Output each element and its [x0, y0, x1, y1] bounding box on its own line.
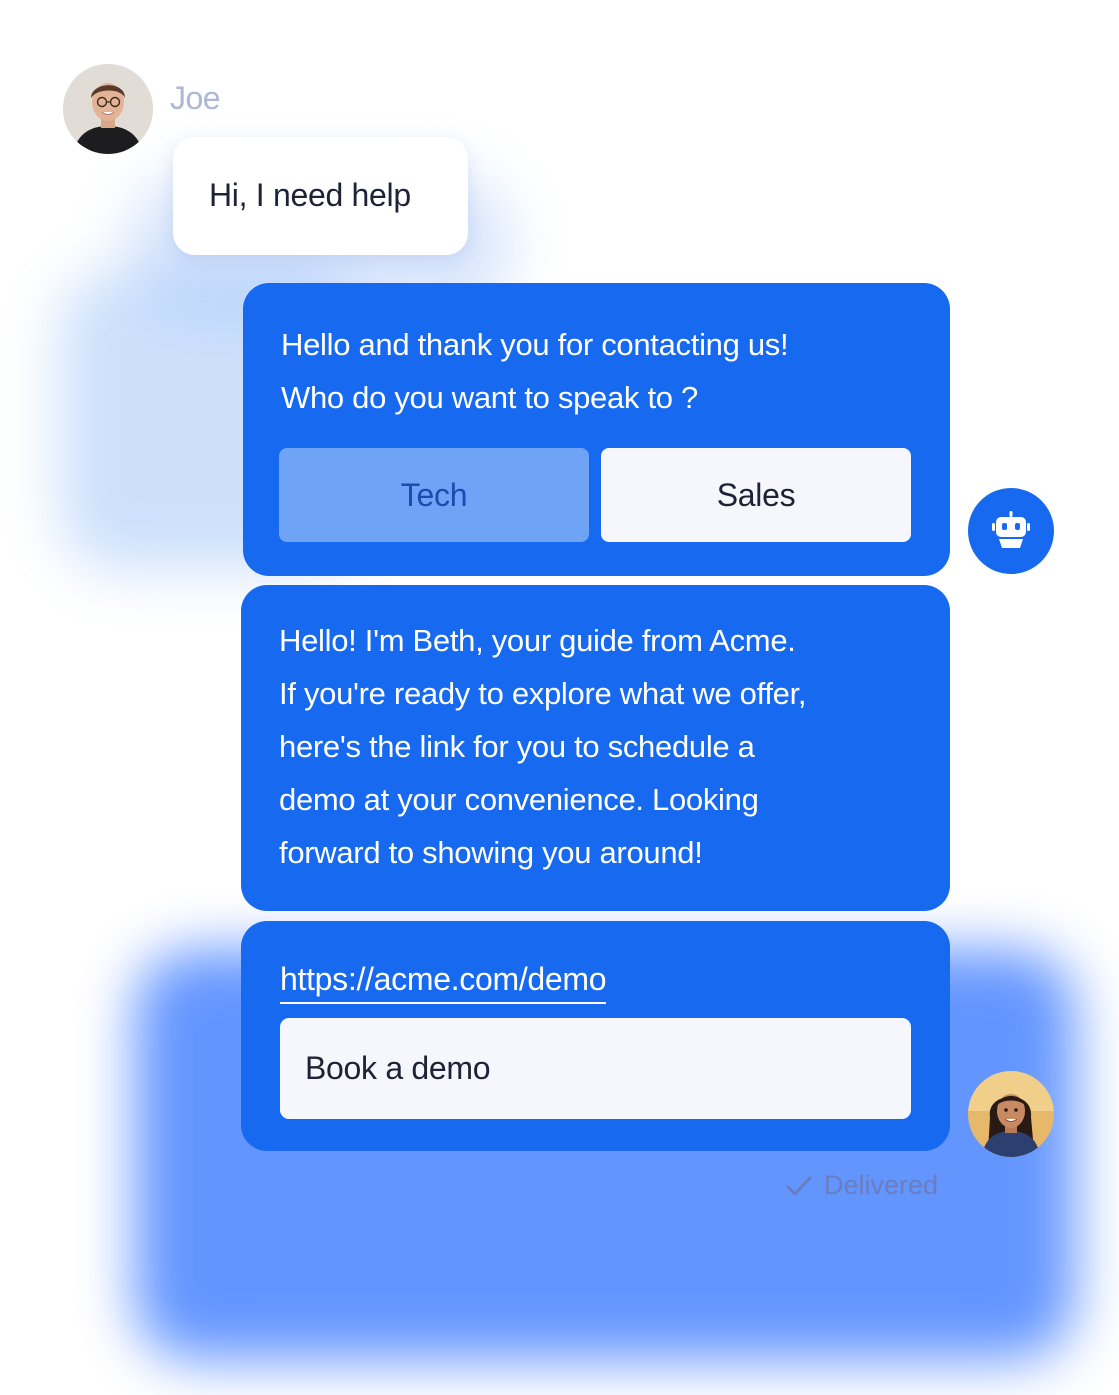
agent-message-text: Hello! I'm Beth, your guide from Acme. I… [279, 614, 807, 879]
bot-message-bubble: Hello and thank you for contacting us! W… [243, 283, 950, 576]
user-message-bubble: Hi, I need help [173, 137, 468, 255]
user-avatar-image [63, 64, 153, 154]
robot-icon [992, 511, 1030, 548]
agent-avatar-image [968, 1071, 1054, 1157]
sales-choice-button[interactable]: Sales [601, 448, 911, 542]
delivery-status: Delivered [786, 1170, 938, 1201]
check-icon [786, 1176, 812, 1195]
bot-message-text: Hello and thank you for contacting us! W… [281, 318, 789, 424]
agent-message-line: If you're ready to explore what we offer… [279, 676, 807, 711]
agent-message-line: forward to showing you around! [279, 835, 703, 870]
agent-message-line: Hello! I'm Beth, your guide from Acme. [279, 623, 796, 658]
agent-avatar [968, 1071, 1054, 1157]
bot-message-line: Who do you want to speak to ? [281, 380, 698, 415]
demo-link[interactable]: https://acme.com/demo [280, 961, 607, 1004]
agent-link-bubble: https://acme.com/demo Book a demo [241, 921, 950, 1151]
tech-choice-button[interactable]: Tech [279, 448, 589, 542]
user-name: Joe [170, 80, 221, 116]
agent-message-line: here's the link for you to schedule a [279, 729, 755, 764]
user-avatar [63, 64, 153, 154]
book-demo-button[interactable]: Book a demo [280, 1018, 911, 1119]
agent-message-bubble: Hello! I'm Beth, your guide from Acme. I… [241, 585, 950, 911]
agent-message-line: demo at your convenience. Looking [279, 782, 759, 817]
user-message-text: Hi, I need help [209, 177, 411, 213]
bot-message-line: Hello and thank you for contacting us! [281, 327, 789, 362]
bot-avatar [968, 488, 1054, 574]
delivered-label: Delivered [824, 1170, 939, 1200]
